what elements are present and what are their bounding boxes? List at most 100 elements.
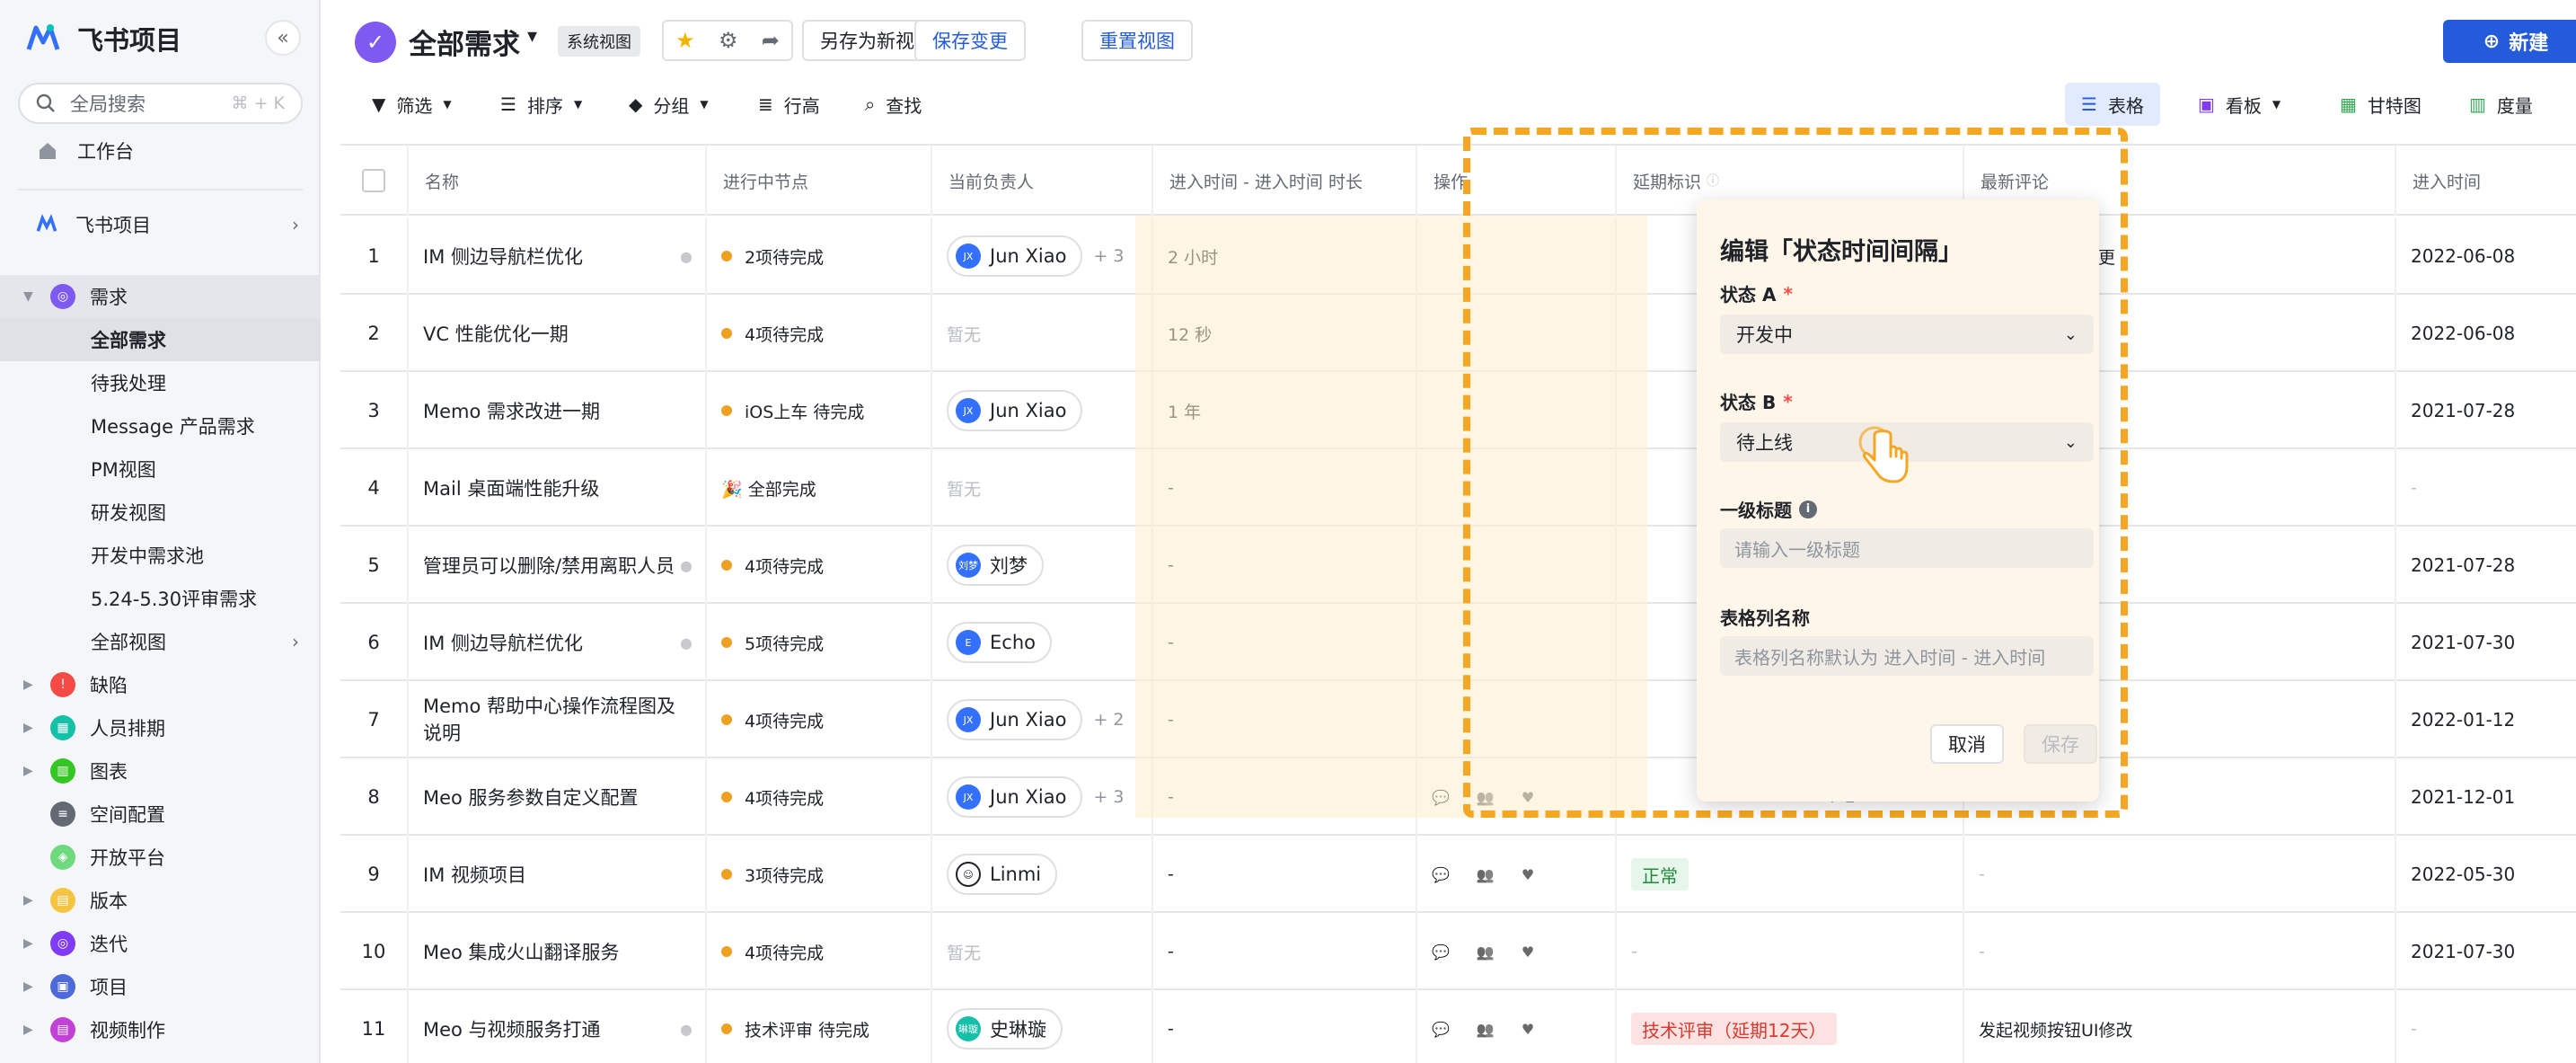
- owner-chip[interactable]: 琳璇 史琳璇: [947, 1008, 1063, 1050]
- owner-chip[interactable]: 刘梦 刘梦: [947, 545, 1044, 586]
- column-header-name[interactable]: 名称: [409, 146, 707, 216]
- people-icon[interactable]: 👥: [1477, 866, 1495, 883]
- column-header-duration[interactable]: 进入时间 - 进入时间 时长: [1153, 146, 1417, 216]
- cancel-button[interactable]: 取消: [1930, 724, 2004, 764]
- state-a-select[interactable]: 开发中 ⌄: [1720, 314, 2094, 354]
- column-name-input[interactable]: 表格列名称默认为 进入时间 - 进入时间: [1720, 636, 2094, 676]
- owner-cell[interactable]: E Echo: [932, 604, 1153, 681]
- level1-title-input[interactable]: 请输入一级标题: [1720, 528, 2094, 568]
- sidebar-subitem-my-todo[interactable]: 待我处理: [0, 361, 321, 404]
- sidebar-item-charts[interactable]: ▶ ▥ 图表: [0, 749, 321, 793]
- people-icon[interactable]: 👥: [1477, 943, 1495, 961]
- heart-icon[interactable]: ♥: [1522, 1021, 1534, 1038]
- view-tab-gantt[interactable]: ▦ 甘特图: [2324, 83, 2438, 126]
- brand[interactable]: 飞书项目: [25, 20, 181, 58]
- owner-chip[interactable]: JX Jun Xiao: [947, 235, 1083, 277]
- owner-chip[interactable]: JX Jun Xiao: [947, 776, 1083, 818]
- people-icon[interactable]: 👥: [1477, 1021, 1495, 1038]
- sidebar-item-project-link[interactable]: 飞书项目 ›: [0, 203, 321, 246]
- heart-icon[interactable]: ♥: [1522, 866, 1534, 883]
- filter-button[interactable]: ▼ 筛选 ▼: [372, 88, 452, 120]
- name-cell[interactable]: Mail 桌面端性能升级: [409, 449, 707, 527]
- owner-cell[interactable]: JX Jun Xiao + 2: [932, 681, 1153, 758]
- sidebar-subitem-message-requirements[interactable]: Message 产品需求: [0, 404, 321, 447]
- comment-bubble-icon[interactable]: ●: [680, 557, 693, 574]
- owner-extra-count[interactable]: + 3: [1093, 787, 1124, 807]
- name-cell[interactable]: Memo 帮助中心操作流程图及说明: [409, 681, 707, 758]
- sidebar-item-requirements[interactable]: ▼ ◎ 需求: [0, 275, 321, 318]
- reset-view-button[interactable]: 重置视图: [1081, 20, 1193, 61]
- row-height-button[interactable]: ≣ 行高: [758, 88, 820, 120]
- collapse-sidebar-icon[interactable]: «: [265, 20, 301, 56]
- owner-cell[interactable]: 刘梦 刘梦: [932, 527, 1153, 604]
- view-tab-metrics[interactable]: ▥ 度量: [2453, 83, 2549, 126]
- sidebar-item-open-platform[interactable]: ◈ 开放平台: [0, 836, 321, 879]
- save-changes-button[interactable]: 保存变更: [914, 20, 1026, 61]
- owner-cell[interactable]: 暂无: [932, 449, 1153, 527]
- column-header-enter-time[interactable]: 进入时间: [2396, 146, 2576, 216]
- gear-icon[interactable]: ⚙: [719, 28, 738, 53]
- name-cell[interactable]: 管理员可以删除/禁用离职人员 ●: [409, 527, 707, 604]
- sidebar-item-projects[interactable]: ▶ ▣ 项目: [0, 965, 321, 1008]
- sidebar-item-space-config[interactable]: ≡ 空间配置: [0, 793, 321, 836]
- sidebar-item-version[interactable]: ▶ ▤ 版本: [0, 879, 321, 922]
- table-row[interactable]: 11 Meo 与视频服务打通 ● 技术评审 待完成 琳璇 史琳璇 - 💬 👥 ♥ 技术评审（延期12…: [340, 990, 2576, 1063]
- sidebar-subitem-dev-view[interactable]: 研发视图: [0, 491, 321, 534]
- owner-chip[interactable]: ☺ Linmi: [947, 854, 1058, 895]
- comment-icon[interactable]: 💬: [1432, 1021, 1450, 1038]
- owner-cell[interactable]: JX Jun Xiao + 3: [932, 217, 1153, 295]
- name-cell[interactable]: Meo 与视频服务打通 ●: [409, 990, 707, 1063]
- heart-icon[interactable]: ♥: [1522, 943, 1534, 961]
- caret-down-icon[interactable]: ▾: [527, 25, 537, 48]
- sidebar-subitem-pm-view[interactable]: PM视图: [0, 447, 321, 491]
- comment-bubble-icon[interactable]: ●: [680, 634, 693, 651]
- sidebar-item-iteration[interactable]: ▶ ◎ 迭代: [0, 922, 321, 965]
- owner-cell[interactable]: JX Jun Xiao: [932, 372, 1153, 449]
- comment-bubble-icon[interactable]: ●: [680, 248, 693, 265]
- owner-cell[interactable]: ☺ Linmi: [932, 836, 1153, 913]
- name-cell[interactable]: VC 性能优化一期: [409, 295, 707, 372]
- find-button[interactable]: ⌕ 查找: [865, 88, 922, 120]
- sidebar-item-workbench[interactable]: 工作台: [0, 129, 321, 173]
- owner-chip[interactable]: E Echo: [947, 622, 1052, 663]
- owner-cell[interactable]: JX Jun Xiao + 3: [932, 758, 1153, 836]
- group-button[interactable]: ◆ 分组 ▼: [629, 88, 709, 120]
- sort-button[interactable]: ☰ 排序 ▼: [500, 88, 582, 120]
- star-icon[interactable]: ★: [675, 28, 695, 53]
- save-button[interactable]: 保存: [2024, 724, 2097, 764]
- sidebar-item-scheduling[interactable]: ▶ ▦ 人员排期: [0, 706, 321, 749]
- sidebar-subitem-review[interactable]: 5.24-5.30评审需求: [0, 577, 321, 620]
- info-icon[interactable]: i: [1799, 500, 1817, 518]
- owner-chip[interactable]: JX Jun Xiao: [947, 699, 1083, 740]
- name-cell[interactable]: Meo 集成火山翻译服务: [409, 913, 707, 990]
- select-all-checkbox[interactable]: [362, 169, 385, 192]
- column-header-owner[interactable]: 当前负责人: [932, 146, 1153, 216]
- owner-cell[interactable]: 琳璇 史琳璇: [932, 990, 1153, 1063]
- global-search-input[interactable]: 全局搜索 ⌘ + K: [18, 83, 303, 124]
- owner-extra-count[interactable]: + 3: [1093, 246, 1124, 266]
- view-tab-table[interactable]: ☰ 表格: [2065, 83, 2160, 126]
- name-cell[interactable]: Memo 需求改进一期: [409, 372, 707, 449]
- comment-icon[interactable]: 💬: [1432, 943, 1450, 961]
- name-cell[interactable]: IM 视频项目: [409, 836, 707, 913]
- share-icon[interactable]: ➦: [762, 28, 780, 53]
- owner-cell[interactable]: 暂无: [932, 913, 1153, 990]
- name-cell[interactable]: IM 侧边导航栏优化 ●: [409, 217, 707, 295]
- sidebar-subitem-all-views[interactable]: 全部视图 ›: [0, 620, 321, 663]
- owner-extra-count[interactable]: + 2: [1093, 710, 1124, 730]
- sidebar-subitem-all-requirements[interactable]: 全部需求: [0, 318, 321, 361]
- page-title[interactable]: 全部需求: [409, 22, 520, 62]
- new-item-button[interactable]: ⊕ 新建: [2443, 20, 2576, 63]
- owner-chip[interactable]: JX Jun Xiao: [947, 390, 1083, 431]
- name-cell[interactable]: Meo 服务参数自定义配置: [409, 758, 707, 836]
- owner-cell[interactable]: 暂无: [932, 295, 1153, 372]
- table-row[interactable]: 10 Meo 集成火山翻译服务 4项待完成 暂无 - 💬 👥 ♥ - -2021-07-30: [340, 913, 2576, 990]
- comment-icon[interactable]: 💬: [1432, 866, 1450, 883]
- sidebar-item-video-production[interactable]: ▶ ▤ 视频制作: [0, 1008, 321, 1051]
- name-cell[interactable]: IM 侧边导航栏优化 ●: [409, 604, 707, 681]
- comment-bubble-icon[interactable]: ●: [680, 1021, 693, 1038]
- table-row[interactable]: 9 IM 视频项目 3项待完成 ☺ Linmi - 💬 👥 ♥ 正常 -2022-05-30: [340, 836, 2576, 913]
- sidebar-subitem-dev-pool[interactable]: 开发中需求池: [0, 534, 321, 577]
- view-tab-kanban[interactable]: ▣ 看板 ▼: [2182, 83, 2297, 126]
- column-header-node[interactable]: 进行中节点: [707, 146, 932, 216]
